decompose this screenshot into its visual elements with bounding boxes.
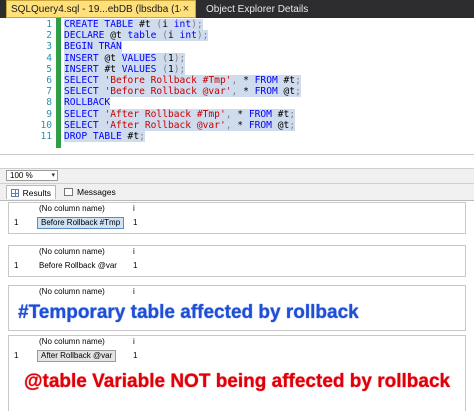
line-number: 1 [46,19,52,30]
line-number: 6 [46,75,52,86]
tab-results-label: Results [22,187,51,198]
code-line[interactable]: 2 DECLARE @t table (i int); [0,30,474,42]
code-line[interactable]: 7 SELECT 'Before Rollback @var', * FROM @… [0,86,474,98]
code-text: INSERT #t VALUES (1); [64,63,186,75]
row-number: 1 [14,351,19,360]
grid-header: (No column name) i [9,286,465,298]
code-line[interactable]: 4 INSERT @t VALUES (1); [0,52,474,64]
code-line[interactable]: 8 ROLLBACK [0,97,474,109]
code-line[interactable]: 6 SELECT 'Before Rollback #Tmp', * FROM #… [0,75,474,87]
column-header[interactable]: i [133,246,135,258]
table-row[interactable]: 1 Before Rollback #Tmp 1 [9,216,465,230]
line-number: 3 [46,41,52,53]
annotation-table-variable: @table Variable NOT being affected by ro… [24,371,451,392]
result-tabs: Results Messages [0,184,474,201]
result-grid-2[interactable]: (No column name) i 1 Before Rollback @va… [8,245,466,277]
grid-cell-selected[interactable]: Before Rollback #Tmp [37,217,125,229]
code-line[interactable]: 3 BEGIN TRAN [0,41,474,53]
column-header[interactable]: i [133,336,135,348]
code-line[interactable]: 11 DROP TABLE #t; [0,131,474,143]
tab-results[interactable]: Results [6,185,56,199]
code-text: SELECT 'Before Rollback #Tmp', * FROM #t… [64,75,301,87]
code-text: SELECT 'After Rollback @var', * FROM @t; [64,119,296,131]
line-number: 8 [46,97,52,109]
column-header[interactable]: (No column name) [39,286,105,298]
code-text: ROLLBACK [64,97,111,109]
line-number: 9 [46,108,52,120]
code-text: DECLARE @t table (i int); [64,30,209,42]
line-number: 2 [46,30,52,42]
table-row[interactable]: 1 After Rollback @var 1 [9,349,465,363]
grid-cell[interactable]: 1 [133,217,137,229]
column-header[interactable]: i [133,286,135,298]
grid-header: (No column name) i [9,246,465,258]
code-line[interactable]: 10 SELECT 'After Rollback @var', * FROM @… [0,119,474,131]
zoom-value: 100 % [10,171,33,180]
code-line[interactable]: 1 CREATE TABLE #t (i int); [0,19,474,31]
close-icon[interactable]: × [181,4,191,15]
grid-cell[interactable]: After Rollback @var [37,350,117,362]
code-line[interactable]: 9 SELECT 'After Rollback #Tmp', * FROM #t… [0,108,474,120]
tab-messages[interactable]: Messages [60,185,120,199]
row-number: 1 [14,261,19,270]
tab-messages-label: Messages [77,187,116,197]
code-text: INSERT @t VALUES (1); [64,52,186,64]
grid-header: (No column name) i [9,203,465,215]
query-editor[interactable]: 1 CREATE TABLE #t (i int); 2 DECLARE @t tab… [0,18,474,155]
tab-object-explorer-details[interactable]: Object Explorer Details [202,0,360,18]
editor-status-bar: 100 % ▾ [0,168,474,184]
line-number: 5 [46,63,52,75]
line-number: 11 [40,131,52,142]
grid-cell[interactable]: Before Rollback @var [39,260,117,272]
grid-cell[interactable]: 1 [133,260,137,272]
column-header[interactable]: (No column name) [39,246,105,258]
result-grid-1[interactable]: (No column name) i 1 Before Rollback #Tm… [8,202,466,234]
zoom-select[interactable]: 100 % ▾ [6,170,58,181]
line-number: 10 [40,119,52,131]
column-header[interactable]: (No column name) [39,203,105,215]
code-text: SELECT 'Before Rollback @var', * FROM @t… [64,86,301,98]
row-number: 1 [14,218,19,227]
column-header[interactable]: i [133,203,135,215]
grid-cell[interactable]: 1 [133,350,137,362]
code-text: CREATE TABLE #t (i int); [64,19,203,31]
chevron-down-icon: ▾ [51,172,55,179]
line-number: 4 [46,52,52,64]
grid-header: (No column name) i [9,336,465,348]
tab-sqlquery4[interactable]: SQLQuery4.sql - 19...ebDB (lbsdba (149))… [6,0,196,18]
grid-icon [11,188,19,197]
document-tab-bar: SQLQuery4.sql - 19...ebDB (lbsdba (149))… [0,0,474,18]
code-text: SELECT 'After Rollback #Tmp', * FROM #t; [64,108,296,120]
table-row[interactable]: 1 Before Rollback @var 1 [9,259,465,273]
column-header[interactable]: (No column name) [39,336,105,348]
line-number: 7 [46,86,52,98]
code-line[interactable]: 5 INSERT #t VALUES (1); [0,63,474,75]
annotation-temp-table: #Temporary table affected by rollback [18,302,359,323]
tab-sqlquery4-label: SQLQuery4.sql - 19...ebDB (lbsdba (149))… [11,3,181,15]
code-text: BEGIN TRAN [64,41,122,53]
code-text: DROP TABLE #t; [64,131,145,143]
messages-icon [64,188,73,196]
